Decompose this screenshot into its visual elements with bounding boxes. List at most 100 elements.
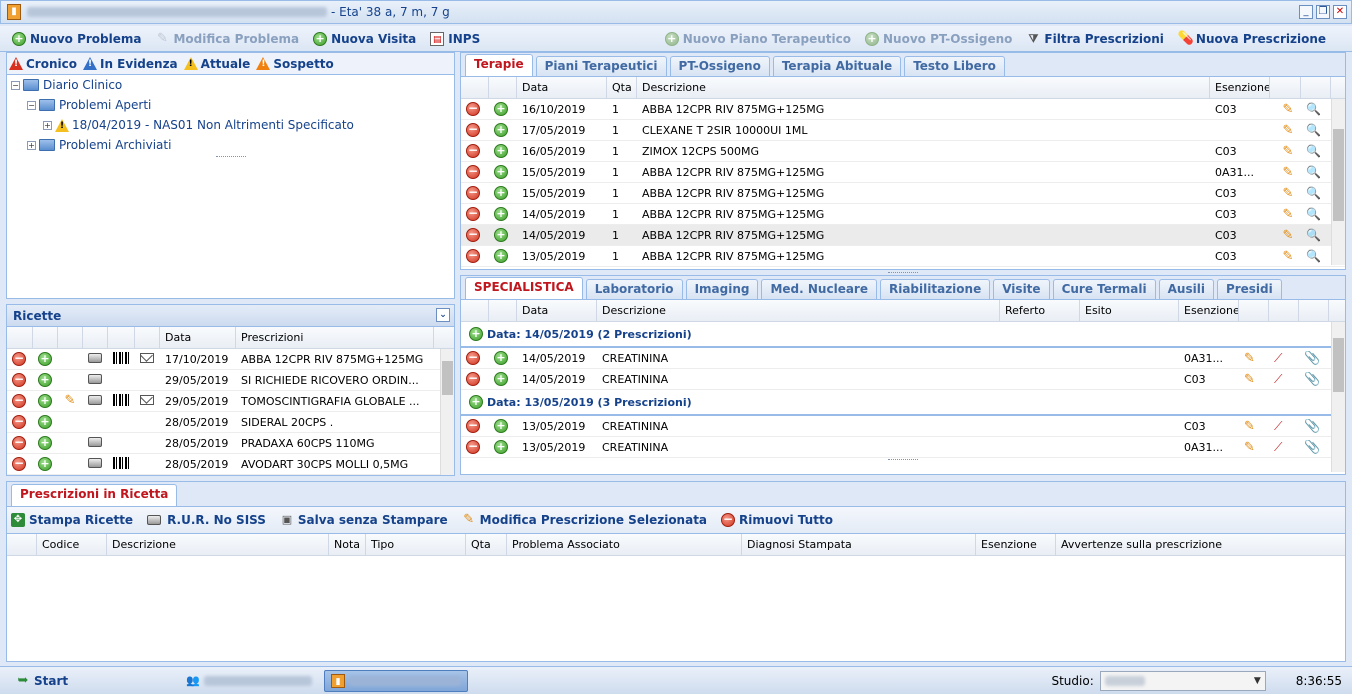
paperclip-icon[interactable]: 📎 <box>1304 440 1320 455</box>
pencil-icon[interactable]: ✎ <box>1283 165 1294 180</box>
nuovo-problema-button[interactable]: + Nuovo Problema <box>12 31 141 46</box>
pencil-icon[interactable]: ✎ <box>1283 186 1294 201</box>
remove-icon[interactable]: − <box>12 415 26 429</box>
col-data[interactable]: Data <box>517 77 607 98</box>
remove-icon[interactable]: − <box>466 372 480 386</box>
magnifier-icon[interactable]: 🔍 <box>1306 186 1321 200</box>
tab-imaging[interactable]: Imaging <box>685 279 759 299</box>
tree-node-archiviati[interactable]: + Problemi Archiviati <box>11 135 450 155</box>
remove-icon[interactable]: − <box>466 228 480 242</box>
remove-icon[interactable]: − <box>466 440 480 454</box>
add-icon[interactable]: + <box>494 440 508 454</box>
chart-icon[interactable]: ⟋ <box>1274 372 1282 386</box>
table-row[interactable]: − +15/05/2019 1 ABBA 12CPR RIV 875MG+125MG 0… <box>461 162 1345 183</box>
col-codice[interactable]: Codice <box>37 534 107 555</box>
expand-icon[interactable]: + <box>43 120 52 130</box>
table-row[interactable]: − +13/05/2019 CREATININA 0A31... ✎ ⟋ 📎 <box>461 437 1345 458</box>
col-descrizione[interactable]: Descrizione <box>597 300 1000 321</box>
studio-select[interactable]: ▼ <box>1099 670 1266 691</box>
add-icon[interactable]: + <box>494 228 508 242</box>
paperclip-icon[interactable]: 📎 <box>1304 419 1320 434</box>
table-row[interactable]: − +17/05/2019 1 CLEXANE T 2SIR 10000UI 1ML ✎… <box>461 120 1345 141</box>
remove-icon[interactable]: − <box>12 436 26 450</box>
magnifier-icon[interactable]: 🔍 <box>1306 228 1321 242</box>
add-icon[interactable]: + <box>494 144 508 158</box>
add-icon[interactable]: + <box>494 186 508 200</box>
remove-icon[interactable]: − <box>466 102 480 116</box>
table-row[interactable]: − +29/05/2019 SI RICHIEDE RICOVERO ORDIN..… <box>7 370 454 391</box>
col-prescrizioni[interactable]: Prescrizioni <box>236 327 434 348</box>
remove-icon[interactable]: − <box>466 165 480 179</box>
pencil-icon[interactable]: ✎ <box>63 394 77 408</box>
tab-prescrizioni-in-ricetta[interactable]: Prescrizioni in Ricetta <box>11 484 178 506</box>
restore-button[interactable]: ❐ <box>1316 5 1330 19</box>
remove-icon[interactable]: − <box>12 352 26 366</box>
inps-button[interactable]: ▤ INPS <box>430 31 480 46</box>
pencil-icon[interactable]: ✎ <box>1283 123 1294 138</box>
add-icon[interactable]: + <box>494 249 508 263</box>
magnifier-icon[interactable]: 🔍 <box>1306 123 1321 137</box>
tab-testo-libero[interactable]: Testo Libero <box>904 56 1005 76</box>
nuova-visita-button[interactable]: + Nuova Visita <box>313 31 416 46</box>
tree-node-problem[interactable]: +! 18/04/2019 - NAS01 Non Altrimenti Spec… <box>11 115 450 135</box>
remove-icon[interactable]: − <box>466 123 480 137</box>
paperclip-icon[interactable]: 📎 <box>1304 351 1320 366</box>
table-row[interactable]: − +14/05/2019 1 ABBA 12CPR RIV 875MG+125MG C… <box>461 204 1345 225</box>
col-descrizione[interactable]: Descrizione <box>107 534 329 555</box>
chart-icon[interactable]: ⟋ <box>1274 351 1282 365</box>
remove-icon[interactable]: − <box>12 457 26 471</box>
tab-presidi[interactable]: Presidi <box>1216 279 1282 299</box>
add-icon[interactable]: + <box>494 207 508 221</box>
add-icon[interactable]: + <box>38 373 52 387</box>
add-icon[interactable]: + <box>38 457 52 471</box>
remove-icon[interactable]: − <box>12 373 26 387</box>
tab-terapia-abituale[interactable]: Terapia Abituale <box>772 56 902 76</box>
taskbar-window-2[interactable]: ▮ <box>324 669 469 692</box>
pencil-icon[interactable]: ✎ <box>1283 228 1294 243</box>
add-icon[interactable]: + <box>38 436 52 450</box>
add-icon[interactable]: + <box>469 395 483 409</box>
add-icon[interactable]: + <box>494 419 508 433</box>
table-row[interactable]: − + ✎ 29/05/2019 TOMOSCINTIGRAFIA GLOBALE ..… <box>7 391 454 412</box>
table-row[interactable]: − +28/05/2019 SIDERAL 20CPS . <box>7 412 454 433</box>
tab-cure-termali[interactable]: Cure Termali <box>1052 279 1156 299</box>
collapse-icon[interactable]: − <box>27 100 36 110</box>
remove-icon[interactable]: − <box>466 144 480 158</box>
add-icon[interactable]: + <box>494 102 508 116</box>
nuova-prescrizione-button[interactable]: 💊 Nuova Prescrizione <box>1178 31 1326 46</box>
splitter-handle[interactable] <box>461 458 1345 463</box>
splitter-handle[interactable] <box>7 155 454 160</box>
remove-icon[interactable]: − <box>466 207 480 221</box>
table-row[interactable]: − +28/05/2019 AVODART 30CPS MOLLI 0,5MG <box>7 454 454 475</box>
chart-icon[interactable]: ⟋ <box>1274 419 1282 433</box>
add-icon[interactable]: + <box>494 123 508 137</box>
chart-icon[interactable]: ⟋ <box>1274 440 1282 454</box>
magnifier-icon[interactable]: 🔍 <box>1306 165 1321 179</box>
collapse-panel-button[interactable]: ⌄ <box>436 308 450 322</box>
tab-riabilitazione[interactable]: Riabilitazione <box>879 279 991 299</box>
rimuovi-tutto-button[interactable]: − Rimuovi Tutto <box>721 513 833 527</box>
close-button[interactable]: ✕ <box>1333 5 1347 19</box>
pencil-icon[interactable]: ✎ <box>1283 144 1294 159</box>
add-icon[interactable]: + <box>38 352 52 366</box>
col-esenzione[interactable]: Esenzione <box>1210 77 1270 98</box>
table-row-selected[interactable]: − +14/05/2019 1 ABBA 12CPR RIV 875MG+125MG C… <box>461 225 1345 246</box>
tab-ausili[interactable]: Ausili <box>1158 279 1214 299</box>
start-button[interactable]: ➥ Start <box>10 670 74 692</box>
col-problema-associato[interactable]: Problema Associato <box>507 534 742 555</box>
table-row[interactable]: − +13/05/2019 CREATININA C03 ✎ ⟋ 📎 <box>461 416 1345 437</box>
table-row[interactable]: − +13/05/2019 1 ABBA 12CPR RIV 875MG+125MG C… <box>461 246 1345 267</box>
col-avvertenze[interactable]: Avvertenze sulla prescrizione <box>1056 534 1345 555</box>
add-icon[interactable]: + <box>494 372 508 386</box>
nuovo-piano-terapeutico-button[interactable]: + Nuovo Piano Terapeutico <box>664 31 851 46</box>
tab-terapie[interactable]: Terapie <box>465 54 533 76</box>
col-esenzione[interactable]: Esenzione <box>976 534 1056 555</box>
terapie-scrollbar[interactable] <box>1331 99 1345 265</box>
table-row[interactable]: − +17/10/2019 ABBA 12CPR RIV 875MG+125MG <box>7 349 454 370</box>
table-row[interactable]: − +28/05/2019 PRADAXA 60CPS 110MG <box>7 433 454 454</box>
group-row-header[interactable]: + Data: 14/05/2019 (2 Prescrizioni) <box>461 322 1345 348</box>
specialistica-scrollbar[interactable] <box>1331 322 1345 472</box>
tab-piani-terapeutici[interactable]: Piani Terapeutici <box>535 56 667 76</box>
pencil-icon[interactable]: ✎ <box>1283 207 1294 222</box>
remove-icon[interactable]: − <box>12 394 26 408</box>
